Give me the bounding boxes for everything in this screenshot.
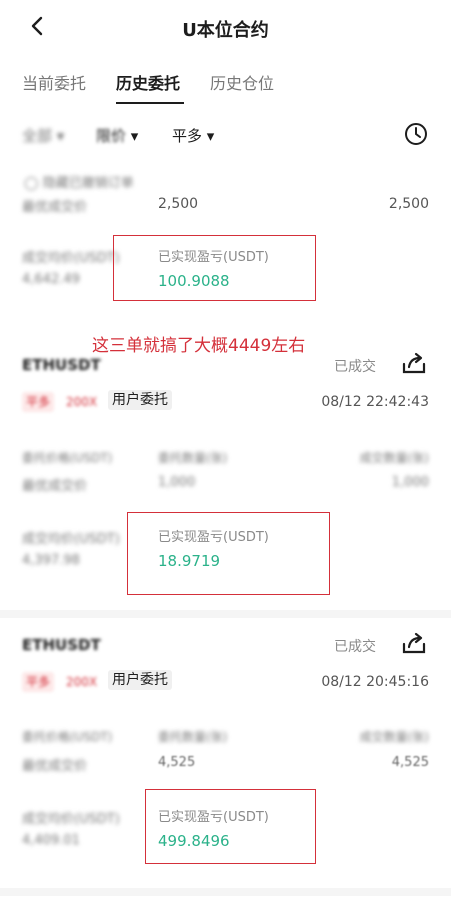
highlight-box: [127, 512, 330, 595]
leverage-tag: 200X: [66, 395, 98, 409]
order-price-label: 委托价格(USDT): [22, 451, 113, 465]
filter-price[interactable]: 限价 ▾: [96, 125, 138, 146]
filter-price-label: 限价: [96, 127, 127, 145]
order-share-button[interactable]: [400, 350, 428, 378]
order-filled-label: 成交数量(张): [359, 451, 429, 465]
filter-side[interactable]: 平多 ▾: [172, 125, 214, 146]
order-avg-price-label: 成交均价(USDT): [22, 532, 120, 547]
hide-cancelled-toggle[interactable]: ◯ 隐藏已撤销订单: [24, 172, 134, 191]
order-avg-price-label: 成交均价(USDT): [22, 812, 120, 827]
order-best-price-label: 最优成交价: [22, 479, 88, 494]
top-filled-value: 2,500: [388, 196, 429, 212]
order-symbol: ETHUSDT: [22, 356, 101, 374]
leverage-tag: 200X: [66, 675, 98, 689]
top-qty-value: 2,500: [158, 196, 199, 212]
order-share-button[interactable]: [400, 630, 428, 658]
highlight-box: [145, 789, 316, 864]
top-avg-price-label: 成交均价(USDT): [22, 251, 120, 266]
annotation-text: 这三单就搞了大概4449左右: [92, 336, 306, 356]
order-qty-value: 4,525: [158, 755, 196, 770]
order-status: 已成交: [334, 359, 376, 375]
tab-position-history[interactable]: 历史仓位: [210, 70, 274, 94]
order-time: 08/12 22:42:43: [321, 394, 429, 410]
order-best-price-label: 最优成交价: [22, 759, 88, 774]
clock-icon: [405, 123, 427, 145]
history-clock-button[interactable]: [403, 121, 429, 147]
order-time: 08/12 20:45:16: [321, 674, 429, 690]
order-type-tag: 用户委托: [108, 390, 172, 410]
order-avg-price-value: 4,409.01: [22, 833, 80, 848]
order-filled-label: 成交数量(张): [359, 730, 429, 744]
order-price-label: 委托价格(USDT): [22, 730, 113, 744]
top-best-price-label: 最优成交价: [22, 200, 88, 215]
filter-all[interactable]: 全部 ▾: [22, 125, 64, 146]
order-filled-value: 4,525: [391, 755, 429, 770]
order-qty-label: 委托数量(张): [158, 451, 228, 465]
order-qty-value: 1,000: [158, 475, 196, 490]
share-icon: [402, 632, 426, 654]
order-type-tag: 用户委托: [108, 670, 172, 690]
circle-check-icon: ◯: [24, 176, 39, 191]
order-filled-value: 1,000: [391, 475, 429, 490]
order-avg-price-value: 4,397.98: [22, 553, 80, 568]
chevron-down-icon: ▾: [130, 127, 139, 145]
hide-cancelled-label: 隐藏已撤销订单: [42, 176, 134, 191]
order-status: 已成交: [334, 639, 376, 655]
order-symbol: ETHUSDT: [22, 636, 101, 654]
section-divider: [0, 888, 451, 896]
section-divider: [0, 610, 451, 618]
filter-all-label: 全部: [22, 127, 53, 145]
top-avg-price-value: 4,642.49: [22, 272, 80, 287]
side-tag: 平多: [22, 672, 55, 692]
tab-current-orders[interactable]: 当前委托: [22, 70, 86, 94]
order-qty-label: 委托数量(张): [158, 730, 228, 744]
highlight-box: [113, 235, 316, 301]
share-icon: [402, 352, 426, 374]
tab-order-history[interactable]: 历史委托: [116, 70, 180, 94]
filter-side-label: 平多: [172, 127, 203, 145]
page-title: U本位合约: [182, 20, 269, 41]
chevron-down-icon: ▾: [206, 127, 215, 145]
side-tag: 平多: [22, 392, 55, 412]
tab-active-indicator: [116, 102, 184, 104]
